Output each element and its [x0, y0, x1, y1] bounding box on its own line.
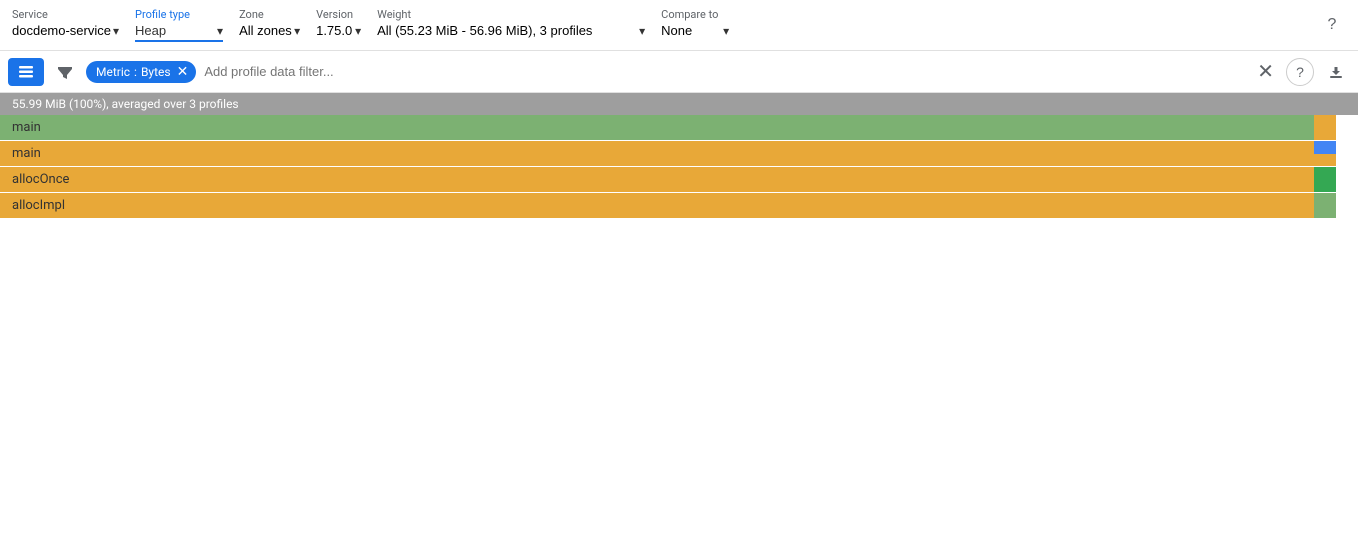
flame-bar-1: [0, 141, 1323, 166]
metric-chip-value: Bytes: [141, 65, 171, 79]
zone-dropdown[interactable]: Zone All zones ▾: [239, 8, 300, 42]
help-button[interactable]: ?: [1286, 58, 1314, 86]
service-arrow-icon: ▾: [113, 24, 119, 38]
metric-chip-close-button[interactable]: ✕: [177, 64, 189, 80]
flame-row-label-3: allocImpl: [0, 193, 77, 218]
filter-input[interactable]: [204, 64, 1245, 79]
profile-type-select-wrapper[interactable]: Heap ▾: [135, 23, 223, 42]
weight-label: Weight: [377, 8, 645, 21]
flame-row-1[interactable]: main: [0, 141, 1358, 167]
download-icon: [1326, 62, 1346, 82]
compare-to-label: Compare to: [661, 8, 729, 21]
flame-bar-0: [0, 115, 1323, 140]
toolbar: Service docdemo-service ▾ Profile type H…: [0, 0, 1358, 51]
weight-arrow-icon: ▾: [639, 24, 645, 38]
flame-right-strip-2: [1314, 167, 1336, 192]
service-select-wrapper[interactable]: docdemo-service ▾: [12, 23, 119, 42]
flame-row-2[interactable]: allocOnce: [0, 167, 1358, 193]
flame-row-label-2: allocOnce: [0, 167, 81, 192]
flame-right-strip-0: [1314, 115, 1336, 140]
compare-to-arrow-icon: ▾: [723, 24, 729, 38]
version-arrow-icon: ▾: [355, 24, 361, 38]
zone-select[interactable]: All zones: [239, 23, 292, 38]
profile-type-arrow-icon: ▾: [217, 24, 223, 38]
list-view-icon: [18, 64, 34, 80]
compare-to-dropdown[interactable]: Compare to None ▾: [661, 8, 729, 42]
service-dropdown[interactable]: Service docdemo-service ▾: [12, 8, 119, 42]
flame-row-3[interactable]: allocImpl: [0, 193, 1358, 219]
metric-chip-separator: :: [134, 65, 137, 79]
flame-bar-2: [0, 167, 1315, 192]
profile-type-dropdown[interactable]: Profile type Heap ▾: [135, 8, 223, 42]
flame-right-strip-1b: [1314, 154, 1336, 167]
view-toggle-button[interactable]: [8, 58, 44, 86]
service-select[interactable]: docdemo-service: [12, 23, 111, 38]
zone-label: Zone: [239, 8, 300, 21]
metric-chip: Metric : Bytes ✕: [86, 61, 196, 83]
compare-to-select-wrapper[interactable]: None ▾: [661, 23, 729, 42]
version-select-wrapper[interactable]: 1.75.0 ▾: [316, 23, 361, 42]
zone-arrow-icon: ▾: [294, 24, 300, 38]
profile-type-select[interactable]: Heap: [135, 23, 215, 38]
filter-bar: Metric : Bytes ✕ ✕ ?: [0, 51, 1358, 93]
flame-right-strip-3: [1314, 193, 1336, 218]
flame-row-label-0: main: [0, 115, 53, 140]
weight-select[interactable]: All (55.23 MiB - 56.96 MiB), 3 profiles: [377, 23, 637, 38]
filter-bar-right: ✕ ?: [1253, 57, 1350, 86]
download-button[interactable]: [1322, 60, 1350, 84]
profile-type-label: Profile type: [135, 8, 223, 21]
filter-icon: [56, 63, 74, 81]
weight-dropdown[interactable]: Weight All (55.23 MiB - 56.96 MiB), 3 pr…: [377, 8, 645, 42]
toolbar-help-button[interactable]: ?: [1318, 11, 1346, 39]
clear-filter-button[interactable]: ✕: [1253, 57, 1278, 86]
compare-to-select[interactable]: None: [661, 23, 721, 38]
service-label: Service: [12, 8, 119, 21]
flame-chart: 55.99 MiB (100%), averaged over 3 profil…: [0, 93, 1358, 219]
flame-right-strip-1a: [1314, 141, 1336, 154]
filter-toggle-button[interactable]: [52, 59, 78, 85]
flame-bar-3: [0, 193, 1315, 218]
version-dropdown[interactable]: Version 1.75.0 ▾: [316, 8, 361, 42]
flame-header: 55.99 MiB (100%), averaged over 3 profil…: [0, 93, 1358, 115]
flame-row-label-1: main: [0, 141, 53, 166]
version-select[interactable]: 1.75.0: [316, 23, 353, 38]
weight-select-wrapper[interactable]: All (55.23 MiB - 56.96 MiB), 3 profiles …: [377, 23, 645, 42]
zone-select-wrapper[interactable]: All zones ▾: [239, 23, 300, 42]
flame-header-text: 55.99 MiB (100%), averaged over 3 profil…: [12, 97, 239, 111]
metric-chip-label: Metric: [96, 65, 130, 79]
flame-row-0[interactable]: main: [0, 115, 1358, 141]
version-label: Version: [316, 8, 361, 21]
